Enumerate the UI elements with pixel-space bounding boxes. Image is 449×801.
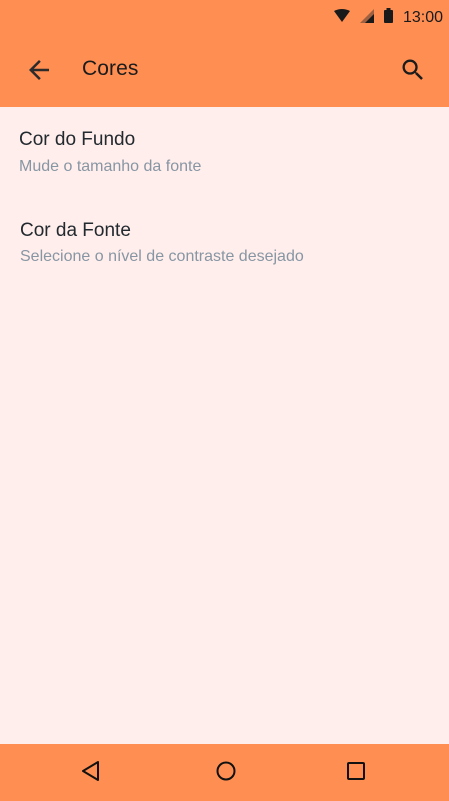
battery-icon bbox=[383, 8, 393, 28]
back-button[interactable] bbox=[16, 49, 62, 95]
preference-title: Cor da Fonte bbox=[20, 220, 131, 241]
search-button[interactable] bbox=[391, 50, 435, 94]
status-bar: 13:00 bbox=[0, 0, 449, 36]
preference-item-cor-do-fundo[interactable]: Cor do Fundo Mude o tamanho da fonte bbox=[0, 107, 449, 197]
nav-recents-icon bbox=[345, 760, 367, 787]
preference-summary: Selecione o nível de contraste desejado bbox=[20, 248, 304, 265]
arrow-back-icon bbox=[24, 55, 54, 90]
nav-back-button[interactable] bbox=[70, 752, 112, 794]
nav-recents-button[interactable] bbox=[335, 752, 377, 794]
screen: 13:00 Cores Cor do Fundo Mude o tamanho … bbox=[0, 0, 449, 801]
nav-home-icon bbox=[215, 760, 237, 787]
nav-home-button[interactable] bbox=[205, 752, 247, 794]
page-title: Cores bbox=[82, 57, 139, 80]
preference-item-cor-da-fonte[interactable]: Cor da Fonte Selecione o nível de contra… bbox=[0, 197, 449, 287]
status-time: 13:00 bbox=[402, 9, 443, 26]
status-icons: 13:00 bbox=[333, 7, 443, 29]
search-icon bbox=[399, 56, 427, 89]
navigation-bar bbox=[0, 744, 449, 801]
app-bar: Cores bbox=[0, 36, 449, 107]
preference-title: Cor do Fundo bbox=[19, 129, 136, 150]
cell-signal-icon bbox=[359, 8, 374, 28]
nav-back-icon bbox=[80, 760, 102, 787]
preference-summary: Mude o tamanho da fonte bbox=[19, 158, 202, 175]
wifi-icon bbox=[333, 8, 350, 28]
